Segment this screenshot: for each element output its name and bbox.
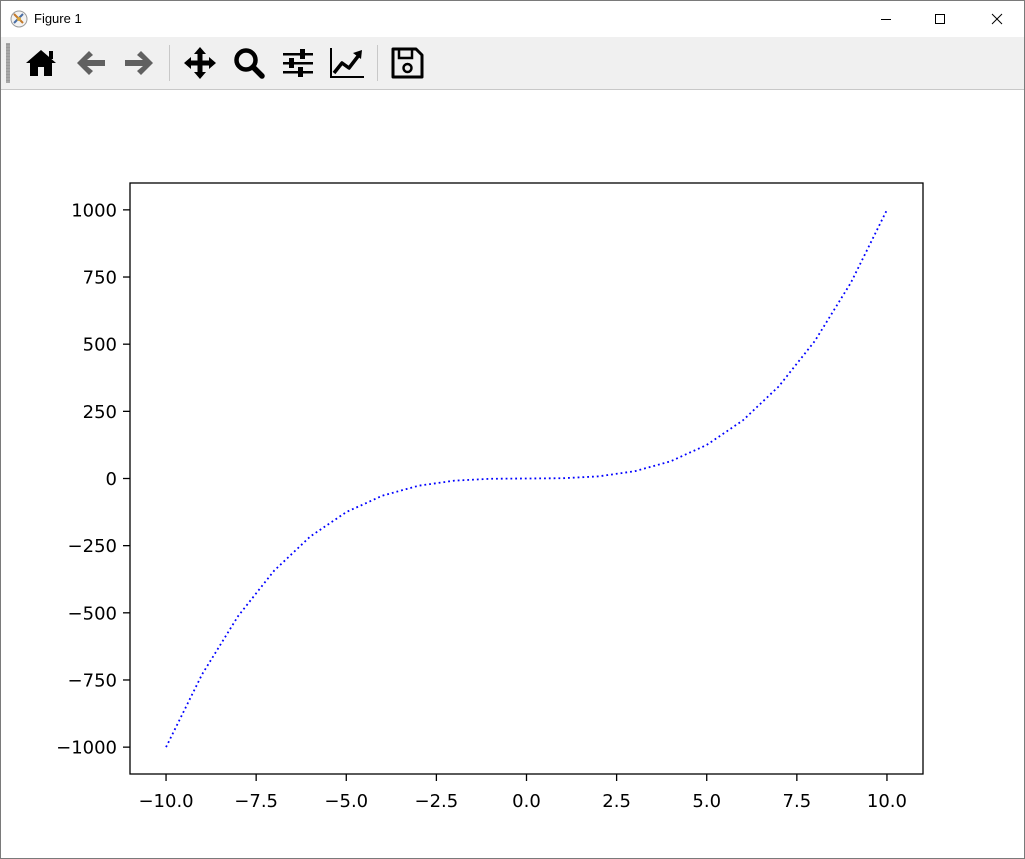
series-line-0 <box>165 209 888 748</box>
maximize-icon <box>935 14 945 24</box>
sliders-icon <box>283 49 313 77</box>
navigation-toolbar <box>1 37 1024 90</box>
y-tick-label: 0 <box>106 469 117 490</box>
minimize-button[interactable] <box>863 1 909 37</box>
maximize-button[interactable] <box>917 1 963 37</box>
x-tick-label: 0.0 <box>512 791 541 812</box>
subplots-button[interactable] <box>280 46 316 80</box>
y-tick-label: 1000 <box>71 200 117 221</box>
x-tick-label: 2.5 <box>602 791 631 812</box>
arrow-left-icon <box>77 51 105 75</box>
floppy-disk-icon <box>391 47 424 79</box>
home-icon <box>26 50 56 76</box>
save-button[interactable] <box>389 46 425 80</box>
toolbar-separator <box>169 45 170 81</box>
app-icon <box>10 10 28 28</box>
y-tick-label: −250 <box>68 536 117 557</box>
forward-button[interactable] <box>121 46 157 80</box>
x-tick-label: 5.0 <box>692 791 721 812</box>
close-button[interactable] <box>974 1 1020 37</box>
magnifier-icon <box>234 48 265 79</box>
x-tick-label: 10.0 <box>867 791 907 812</box>
home-button[interactable] <box>23 46 59 80</box>
y-tick-label: −750 <box>68 670 117 691</box>
customize-button[interactable] <box>329 46 365 80</box>
x-tick-label: −10.0 <box>138 791 193 812</box>
close-icon <box>991 13 1003 25</box>
toolbar-separator <box>377 45 378 81</box>
title-bar[interactable]: Figure 1 <box>1 1 1024 37</box>
window-title: Figure 1 <box>34 11 82 26</box>
y-tick-label: −1000 <box>56 738 117 759</box>
figure-canvas[interactable]: −10.0 −7.5 −5.0 −2.5 0.0 2.5 5.0 7.5 10.0 −1000 −7… <box>1 90 1024 858</box>
figure-window: Figure 1 −10.0 −7.5 −5.0 −2.5 0.0 2.5 5.… <box>0 0 1025 859</box>
pan-button[interactable] <box>182 46 218 80</box>
line-chart-icon <box>330 48 364 78</box>
x-tick-label: −7.5 <box>234 791 278 812</box>
y-tick-label: 500 <box>83 335 117 356</box>
minimize-icon <box>881 19 891 20</box>
arrow-right-icon <box>125 51 153 75</box>
y-tick-label: 250 <box>83 402 117 423</box>
back-button[interactable] <box>73 46 109 80</box>
plot-area[interactable]: −10.0 −7.5 −5.0 −2.5 0.0 2.5 5.0 7.5 10.0 −1000 −7… <box>1 90 1024 858</box>
y-tick-label: 750 <box>83 268 117 289</box>
zoom-button[interactable] <box>231 46 267 80</box>
x-tick-label: 7.5 <box>783 791 812 812</box>
y-tick-label: −500 <box>68 603 117 624</box>
x-tick-label: −2.5 <box>415 791 459 812</box>
move-icon <box>184 47 216 79</box>
toolbar-grip[interactable] <box>6 43 10 83</box>
x-tick-label: −5.0 <box>324 791 368 812</box>
